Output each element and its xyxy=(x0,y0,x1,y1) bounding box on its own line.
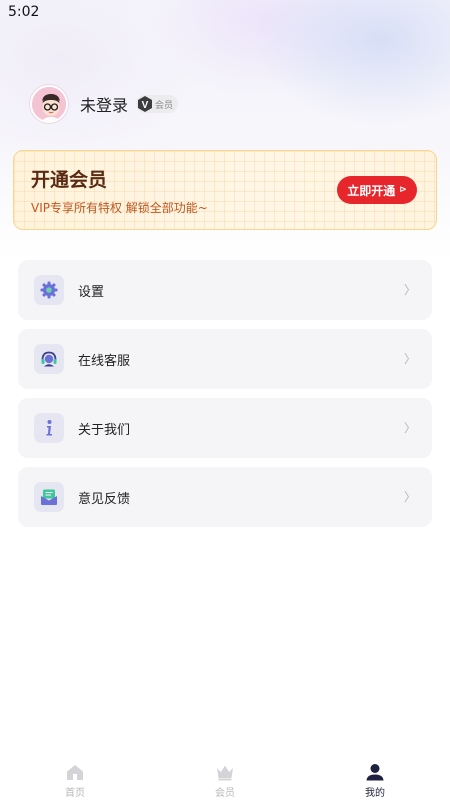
tab-label: 我的 xyxy=(365,788,385,799)
vip-shield-icon: V xyxy=(136,95,154,113)
menu-item-label: 关于我们 xyxy=(78,423,131,438)
bottom-tab-bar: 首页 会员 我的 xyxy=(0,754,450,800)
chevron-right-icon: 〉 xyxy=(403,352,416,366)
info-icon xyxy=(34,413,64,443)
headset-icon xyxy=(34,344,64,374)
vip-card[interactable]: 开通会员 VIP专享所有特权 解锁全部功能~ 立即开通 ⊳ xyxy=(13,150,437,230)
menu-item-label: 在线客服 xyxy=(78,354,131,369)
username[interactable]: 未登录 xyxy=(80,92,128,116)
tab-home[interactable]: 首页 xyxy=(35,762,115,800)
vip-title: 开通会员 xyxy=(31,169,108,191)
open-vip-button-label: 立即开通 xyxy=(347,183,396,198)
tab-mine[interactable]: 我的 xyxy=(335,762,415,800)
tab-member[interactable]: 会员 xyxy=(185,762,265,800)
tab-label: 首页 xyxy=(65,788,85,799)
menu-item-about-us[interactable]: 关于我们 〉 xyxy=(18,398,432,458)
menu-item-feedback[interactable]: 意见反馈 〉 xyxy=(18,467,432,527)
feedback-icon xyxy=(34,482,64,512)
user-icon xyxy=(365,762,385,782)
member-badge: V 会员 xyxy=(136,95,179,113)
tab-label: 会员 xyxy=(215,788,235,799)
avatar-boy-glasses-icon xyxy=(32,87,66,121)
badge-text: 会员 xyxy=(155,100,174,111)
play-arrow-icon: ⊳ xyxy=(399,185,407,195)
crown-icon xyxy=(215,762,235,782)
home-icon xyxy=(65,762,85,782)
chevron-right-icon: 〉 xyxy=(403,283,416,297)
menu-item-settings[interactable]: 设置 〉 xyxy=(18,260,432,320)
status-bar: 5:02 xyxy=(0,0,450,26)
badge-letter: V xyxy=(142,100,149,111)
chevron-right-icon: 〉 xyxy=(403,421,416,435)
gear-icon xyxy=(34,275,64,305)
vip-subtitle: VIP专享所有特权 解锁全部功能~ xyxy=(31,201,208,215)
status-time: 5:02 xyxy=(8,4,40,20)
chevron-right-icon: 〉 xyxy=(403,490,416,504)
avatar[interactable] xyxy=(30,85,68,123)
open-vip-button[interactable]: 立即开通 ⊳ xyxy=(337,176,417,204)
menu-item-customer-service[interactable]: 在线客服 〉 xyxy=(18,329,432,389)
menu-item-label: 设置 xyxy=(78,285,105,300)
profile-row[interactable]: 未登录 V 会员 xyxy=(30,84,179,124)
menu-item-label: 意见反馈 xyxy=(78,492,131,507)
